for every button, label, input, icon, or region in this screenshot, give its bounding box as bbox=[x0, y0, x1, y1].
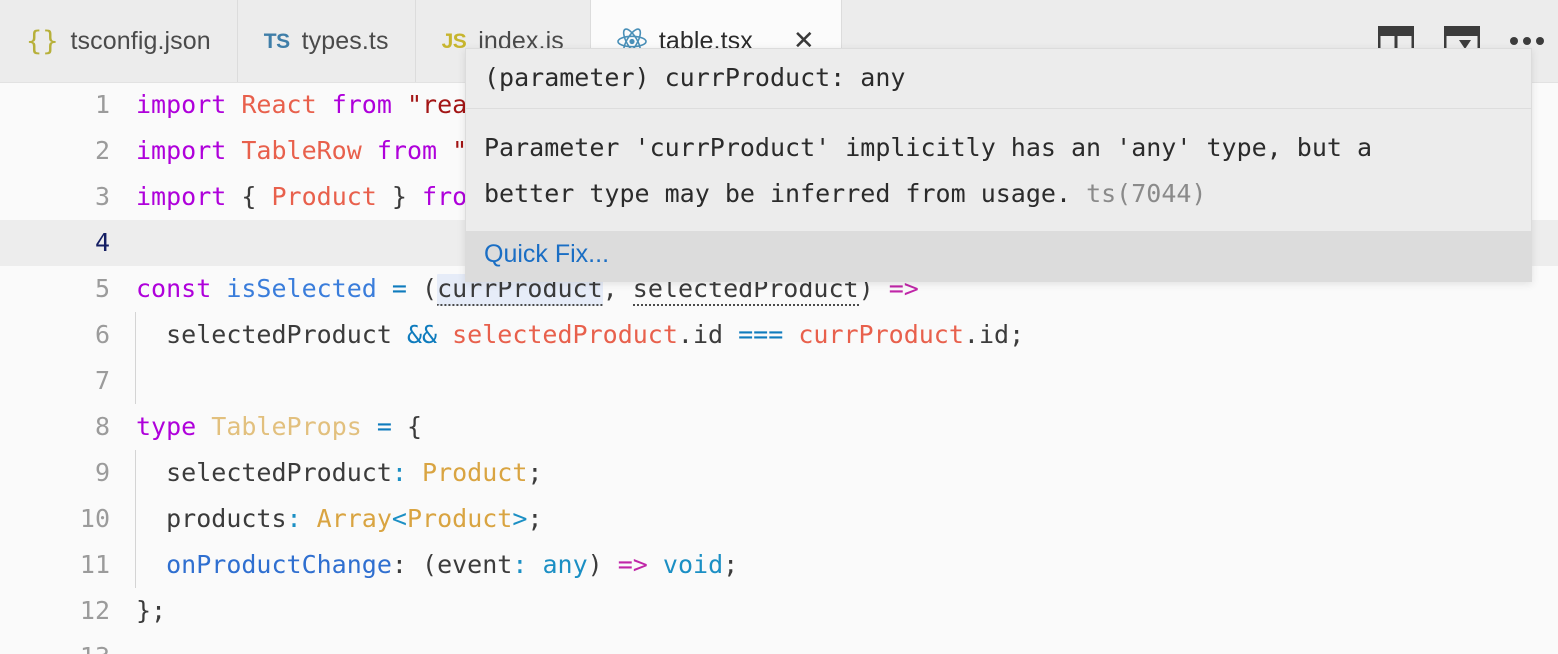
hover-error-code: ts(7044) bbox=[1086, 179, 1207, 208]
indent-guide bbox=[135, 358, 136, 404]
token-type: TableProps bbox=[211, 412, 362, 441]
token-keyword: from bbox=[376, 136, 438, 165]
line-number: 2 bbox=[94, 136, 110, 165]
token-arrow: => bbox=[617, 550, 648, 579]
token-punct: ; bbox=[1009, 320, 1025, 349]
tab-label: tsconfig.json bbox=[70, 26, 211, 55]
token-punct: ) bbox=[587, 550, 603, 579]
hover-message-line1: Parameter 'currProduct' implicitly has a… bbox=[484, 133, 1373, 162]
line-number: 9 bbox=[94, 458, 110, 487]
token-type: any bbox=[542, 550, 588, 579]
token-punct: ; bbox=[723, 550, 739, 579]
token-keyword: import bbox=[136, 90, 227, 119]
tab-label: types.ts bbox=[301, 26, 389, 55]
token-identifier: TableRow bbox=[241, 136, 362, 165]
code-line[interactable]: 8 type TableProps = { bbox=[0, 404, 1558, 450]
token-operator: && bbox=[406, 320, 438, 349]
line-number: 6 bbox=[94, 320, 110, 349]
token-operator: = bbox=[391, 274, 407, 303]
code-line[interactable]: 10 products: Array<Product>; bbox=[0, 496, 1558, 542]
token-type: Product bbox=[422, 458, 528, 487]
token-keyword: import bbox=[136, 182, 227, 211]
line-number: 3 bbox=[94, 182, 110, 211]
json-braces-icon: {} bbox=[26, 25, 59, 57]
line-number: 13 bbox=[0, 634, 110, 654]
hover-tooltip: (parameter) currProduct: any Parameter '… bbox=[465, 48, 1532, 282]
token-punct: ( bbox=[422, 550, 438, 579]
token-punct: < bbox=[391, 504, 407, 533]
token-punct: { bbox=[241, 182, 257, 211]
line-content: onProductChange: (event: any) => void; bbox=[110, 542, 1558, 588]
token-punct: ; bbox=[527, 458, 543, 487]
token-type: void bbox=[662, 550, 724, 579]
token-punct: > bbox=[512, 504, 528, 533]
line-number: 7 bbox=[94, 366, 110, 395]
token-property: .id bbox=[677, 320, 724, 349]
token-operator: === bbox=[738, 320, 784, 349]
token-identifier: React bbox=[241, 90, 317, 119]
token-punct: : bbox=[391, 458, 407, 487]
line-content: products: Array<Product>; bbox=[110, 496, 1558, 542]
tab-tsconfig-json[interactable]: {} tsconfig.json bbox=[0, 0, 238, 82]
token-keyword: type bbox=[136, 412, 197, 441]
hover-actions-row: Quick Fix... bbox=[466, 231, 1531, 281]
token-identifier: currProduct bbox=[798, 320, 964, 349]
token-param: event bbox=[437, 550, 513, 579]
token-punct: : bbox=[391, 550, 407, 579]
token-punct: { bbox=[406, 412, 423, 441]
line-content: }; bbox=[110, 588, 1558, 634]
token-type: Product bbox=[406, 504, 513, 533]
line-number: 12 bbox=[79, 596, 110, 625]
line-number: 8 bbox=[94, 412, 110, 441]
token-keyword: import bbox=[136, 136, 227, 165]
line-number: 5 bbox=[94, 274, 110, 303]
line-number: 10 bbox=[79, 504, 110, 533]
token-type: Array bbox=[316, 504, 392, 533]
token-punct: }; bbox=[136, 596, 167, 625]
typescript-file-icon: TS bbox=[263, 29, 290, 53]
code-line[interactable]: 11 onProductChange: (event: any) => void… bbox=[0, 542, 1558, 588]
javascript-file-icon: JS bbox=[441, 29, 467, 53]
code-line[interactable]: 9 selectedProduct: Product; bbox=[0, 450, 1558, 496]
token-punct: } bbox=[391, 182, 407, 211]
token-keyword: from bbox=[331, 90, 392, 119]
token-function: isSelected bbox=[226, 274, 377, 303]
token-identifier: Product bbox=[271, 182, 377, 211]
more-actions-icon[interactable] bbox=[1510, 37, 1544, 45]
code-line[interactable]: 6 selectedProduct && selectedProduct.id … bbox=[0, 312, 1558, 358]
token-punct: ; bbox=[527, 504, 543, 533]
token-identifier: selectedProduct bbox=[166, 320, 392, 349]
token-punct: ( bbox=[422, 274, 438, 303]
token-identifier: selectedProduct bbox=[452, 320, 678, 349]
token-property: .id bbox=[963, 320, 1010, 349]
hover-message-line2: better type may be inferred from usage. bbox=[484, 179, 1071, 208]
token-operator: = bbox=[376, 412, 392, 441]
code-line[interactable]: 13 bbox=[0, 634, 1558, 654]
token-property: onProductChange bbox=[166, 550, 392, 579]
token-property: selectedProduct bbox=[166, 458, 392, 487]
token-punct: : bbox=[286, 504, 302, 533]
line-number: 4 bbox=[94, 228, 110, 257]
line-content: selectedProduct: Product; bbox=[110, 450, 1558, 496]
line-content: selectedProduct && selectedProduct.id ==… bbox=[110, 312, 1558, 358]
line-content: type TableProps = { bbox=[110, 404, 1558, 450]
quick-fix-link[interactable]: Quick Fix... bbox=[484, 240, 609, 268]
line-number: 11 bbox=[79, 550, 110, 579]
token-keyword: const bbox=[136, 274, 212, 303]
code-line[interactable]: 7 bbox=[0, 358, 1558, 404]
token-property: products bbox=[166, 504, 287, 533]
code-line[interactable]: 12 }; bbox=[0, 588, 1558, 634]
token-punct: : bbox=[512, 550, 528, 579]
tab-types-ts[interactable]: TS types.ts bbox=[238, 0, 416, 82]
line-number: 1 bbox=[94, 90, 110, 119]
hover-signature: (parameter) currProduct: any bbox=[466, 49, 1531, 109]
hover-message: Parameter 'currProduct' implicitly has a… bbox=[466, 109, 1531, 231]
